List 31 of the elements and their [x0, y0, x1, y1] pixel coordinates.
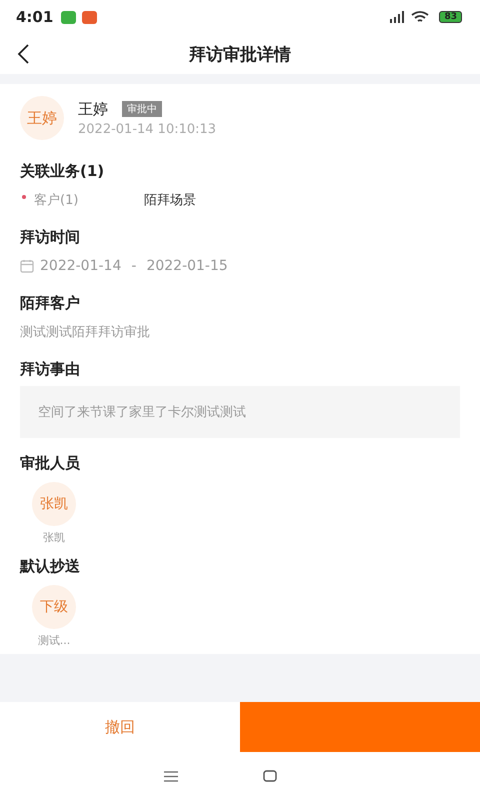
- section-title: 陌拜客户: [20, 292, 81, 314]
- end-date: 2022-01-15: [146, 258, 228, 274]
- battery-indicator: 83: [439, 11, 462, 23]
- menu-icon[interactable]: [164, 770, 178, 782]
- field-value: 陌拜场景: [144, 192, 196, 209]
- signal-icon: [389, 11, 406, 23]
- page-title: 拜访审批详情: [189, 44, 291, 66]
- avatar: 张凯: [32, 482, 76, 526]
- status-time: 4:01: [16, 8, 54, 26]
- start-date: 2022-01-14: [40, 258, 122, 274]
- avatar: 王婷: [20, 96, 64, 140]
- applicant-name: 王婷: [78, 100, 108, 118]
- chat-app-icon: [61, 10, 76, 24]
- avatar: 下级: [32, 585, 76, 629]
- app-icon: [82, 10, 98, 24]
- wifi-icon: [411, 10, 430, 24]
- section-title: 拜访事由: [20, 358, 81, 380]
- section-title: 拜访时间: [20, 226, 81, 248]
- section-title: 关联业务(1): [20, 160, 106, 182]
- field-label: 客户(1): [34, 192, 80, 209]
- home-icon[interactable]: [262, 770, 276, 782]
- customer-name: 测试测试陌拜拜访审批: [20, 324, 151, 342]
- section-title: 审批人员: [20, 452, 81, 474]
- person-name: 测试...: [38, 633, 70, 648]
- calendar-icon: [20, 259, 34, 273]
- status-tag: 审批中: [122, 101, 162, 117]
- section-title: 默认抄送: [20, 556, 81, 576]
- submit-time: 2022-01-14 10:10:13: [78, 122, 216, 136]
- date-separator: -: [131, 258, 136, 274]
- person-name: 张凯: [43, 530, 65, 545]
- reason-text: 空间了来节课了家里了卡尔测试测试: [20, 386, 460, 438]
